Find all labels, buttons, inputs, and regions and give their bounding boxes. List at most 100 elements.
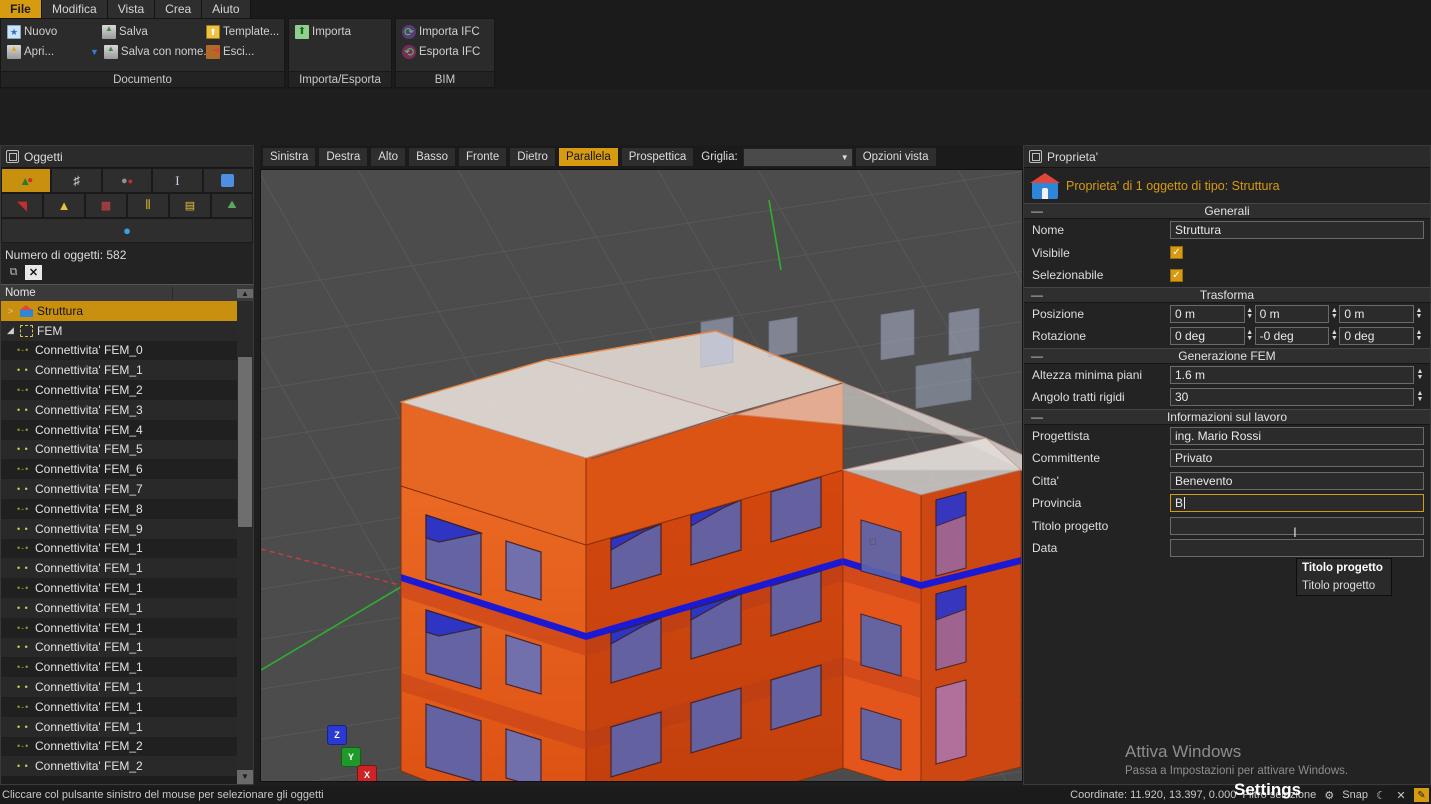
gizmo-y-node[interactable]: Y [341,747,361,767]
objects-filter-row-3[interactable]: ● [1,218,253,243]
tree-row[interactable]: • • Connettivita' FEM_1 [1,597,237,618]
delete-icon[interactable]: ✕ [25,265,42,280]
tree-row[interactable]: •‑• Connettivita' FEM_8 [1,498,237,519]
duplicate-icon[interactable]: ⧉ [5,265,22,280]
gizmo-x-node[interactable]: X [357,765,377,781]
viewport-3d[interactable]: ◻ Z Y X [260,169,1023,782]
tree-row[interactable]: • • Connettivita' FEM_1 [1,558,237,579]
tree-row[interactable]: • • Connettivita' FEM_1 [1,637,237,658]
tree-row[interactable]: •‑• Connettivita' FEM_1 [1,578,237,598]
tree-row[interactable]: •‑• Connettivita' FEM_2 [1,380,237,400]
view-options-button[interactable]: Opzioni vista [854,147,937,167]
posizione-y-input[interactable]: 0 m [1254,304,1330,323]
tree-scroll-up-icon[interactable]: ▲ [237,288,253,298]
tree-row[interactable]: •‑• Connettivita' FEM_1 [1,617,237,638]
menu-item-file[interactable]: File [0,0,42,18]
sphere-icon[interactable]: ● [123,223,131,238]
posizione-x-spinner[interactable]: ▲ ▼ [1244,304,1255,323]
nodes-icon[interactable]: ● ● [101,168,153,193]
view-button-basso[interactable]: Basso [408,147,457,167]
grid-dropdown[interactable]: ▼ [742,147,853,167]
rotazione-x-spinner[interactable]: ▲ ▼ [1244,327,1255,346]
posizione-z-spinner[interactable]: ▲ ▼ [1414,304,1425,323]
objects-tree-scrollbar[interactable]: ▼ [237,301,253,784]
tree-row[interactable]: • • Connettivita' FEM_9 [1,518,237,539]
view-button-dietro[interactable]: Dietro [509,147,556,167]
committente-input[interactable]: Privato [1170,449,1424,468]
view-button-alto[interactable]: Alto [370,147,407,167]
angolo-tratti-rigidi-spinner[interactable]: ▲ ▼ [1414,390,1426,404]
curve-chart-icon[interactable]: ◥ [1,193,43,218]
ribbon-button-esci[interactable]: Esci... [202,42,282,62]
tree-row[interactable]: • • Connettivita' FEM_7 [1,479,237,499]
menu-item-vista[interactable]: Vista [107,0,156,18]
ribbon-button-apri[interactable]: Apri... [3,42,86,62]
collapse-icon[interactable]: — [1024,288,1050,302]
property-checkbox-visibile[interactable]: ✓ [1170,246,1183,260]
property-checkbox-selezionabile[interactable]: ✓ [1170,268,1183,282]
objects-filter-all-icon[interactable]: ▲ ● [1,168,52,193]
tree-row[interactable]: • • Connettivita' FEM_1 [1,360,237,381]
ribbon-button-importa[interactable]: Importa [291,22,389,42]
altezza-minima-piani-spinner[interactable]: ▲ ▼ [1414,368,1426,381]
tree-row[interactable]: • • Connettivita' FEM_3 [1,399,237,420]
posizione-z-input[interactable]: 0 m [1339,304,1415,323]
rotazione-z-spinner[interactable]: ▲ ▼ [1414,327,1425,346]
provincia-input[interactable]: B [1170,494,1424,513]
menu-item-modifica[interactable]: Modifica [42,0,108,18]
citta-input[interactable]: Benevento [1170,471,1424,490]
tree-row[interactable]: •‑• Connettivita' FEM_4 [1,419,237,440]
collapse-icon[interactable]: — [1024,410,1050,424]
tree-row[interactable]: •‑• Connettivita' FEM_6 [1,459,237,480]
pencil-icon[interactable]: ✎ [1414,788,1429,802]
tree-row[interactable]: •‑• Connettivita' FEM_0 [1,340,237,361]
section-header-informazioni-sul-lavoro[interactable]: — Informazioni sul lavoro [1024,408,1430,425]
posizione-y-spinner[interactable]: ▲ ▼ [1329,304,1340,323]
tree-row[interactable]: • • Connettivita' FEM_2 [1,756,237,777]
rotazione-z-input[interactable]: 0 deg [1339,327,1415,346]
tree-row[interactable]: • • Connettivita' FEM_1 [1,716,237,737]
menu-item-aiuto[interactable]: Aiuto [202,0,251,18]
tree-scroll-down-icon[interactable]: ▼ [237,770,253,784]
altezza-minima-piani-input[interactable]: 1.6 m [1170,365,1414,384]
view-button-destra[interactable]: Destra [318,147,369,167]
beam-section-icon[interactable]: I [152,168,203,193]
ribbon-button-esporta-ifc[interactable]: Esporta IFC [398,42,492,62]
gear-icon[interactable]: ⚙ [1322,788,1336,802]
mesh-red-icon[interactable]: ▩ [85,193,127,218]
section-header-generali[interactable]: — Generali [1024,203,1430,219]
gizmo-z-node[interactable]: Z [327,725,347,745]
grid-frame-icon[interactable]: ♯ [51,168,102,193]
section-header-generazione-fem[interactable]: — Generazione FEM [1024,347,1430,364]
tree-row[interactable]: ◢ FEM [1,320,237,341]
progettista-input[interactable]: ing. Mario Rossi [1170,426,1424,445]
view-button-parallela[interactable]: Parallela [557,147,619,167]
property-input-nome[interactable]: Struttura [1170,221,1424,240]
collapse-icon[interactable]: — [1024,349,1050,363]
load-icon[interactable]: ▲ [43,193,85,218]
scrollbar-thumb[interactable] [238,357,252,527]
ribbon-button-template[interactable]: Template... [202,22,282,42]
view-button-sinistra[interactable]: Sinistra [262,147,317,167]
view-button-fronte[interactable]: Fronte [458,147,508,167]
titolo-progetto-input[interactable] [1170,516,1424,535]
tree-row[interactable]: •‑• Connettivita' FEM_1 [1,696,237,717]
tree-row[interactable]: •‑• Connettivita' FEM_1 [1,538,237,559]
close-icon[interactable]: ✕ [1394,788,1408,802]
tree-row-selected[interactable]: > Struttura [1,301,237,321]
ribbon-button-salva[interactable]: Salva [86,22,202,42]
view-button-prospettica[interactable]: Prospettica [620,147,695,167]
expander-expanded-icon[interactable]: ◢ [5,325,16,336]
rotazione-y-spinner[interactable]: ▲ ▼ [1329,327,1340,346]
status-snap[interactable]: Snap [1342,789,1368,801]
ribbon-button-salva-con-nome[interactable]: ▼ Salva con nome... [86,42,213,62]
plate-icon[interactable] [202,168,254,193]
results-bars-icon[interactable]: ⫼ [127,193,169,218]
axis-gizmo[interactable]: Z Y X [303,725,377,781]
section-header-trasforma[interactable]: — Trasforma [1024,286,1430,303]
tree-row[interactable]: • • Connettivita' FEM_5 [1,439,237,460]
rotazione-x-input[interactable]: 0 deg [1170,327,1245,346]
angolo-tratti-rigidi-input[interactable]: 30 [1170,388,1414,407]
ribbon-button-importa-ifc[interactable]: Importa IFC [398,22,492,42]
objects-tree[interactable]: > Struttura ◢ FEM •‑• Connettivita' FEM_0 • • C… [1,301,253,784]
